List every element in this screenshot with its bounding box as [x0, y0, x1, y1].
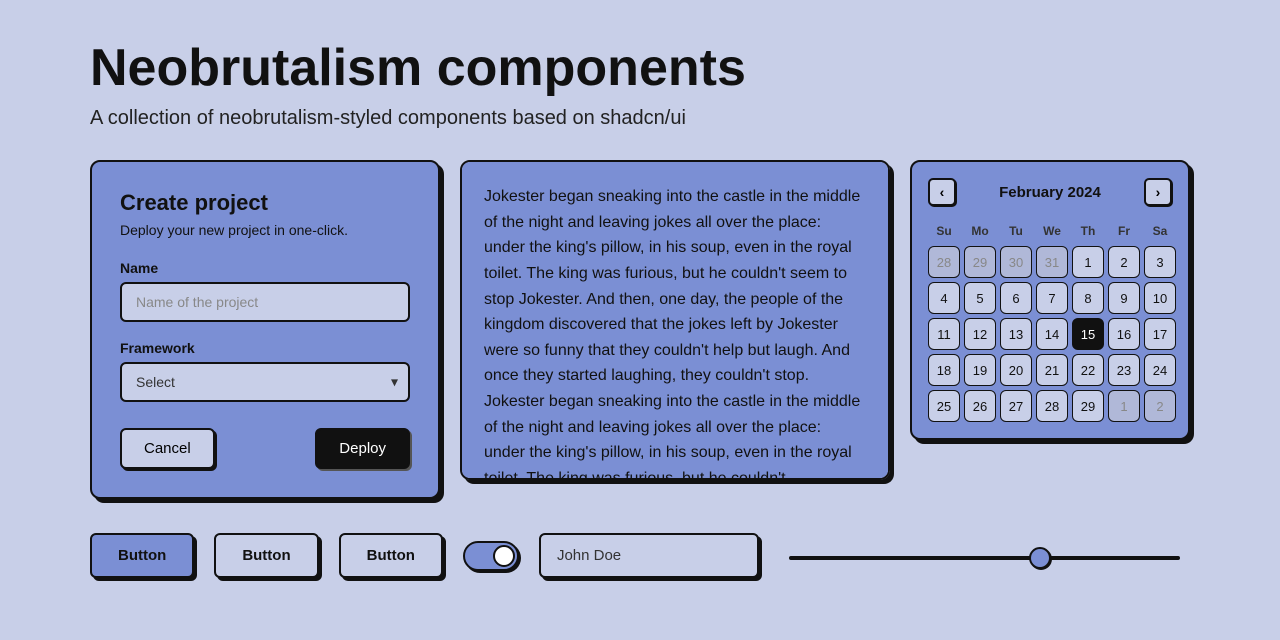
components-row: Create project Deploy your new project i…	[90, 160, 1190, 499]
toggle-thumb	[493, 545, 515, 567]
calendar-day[interactable]: 29	[1072, 390, 1104, 422]
calendar-card: ‹ February 2024 › SuMoTuWeThFrSa28293031…	[910, 160, 1190, 440]
bottom-row: Button Button Button	[90, 533, 1190, 578]
calendar-day[interactable]: 5	[964, 282, 996, 314]
calendar-day[interactable]: 13	[1000, 318, 1032, 350]
calendar-day[interactable]: 15	[1072, 318, 1104, 350]
calendar-day[interactable]: 28	[928, 246, 960, 278]
calendar-day[interactable]: 3	[1144, 246, 1176, 278]
calendar-day-header: Tu	[1000, 220, 1032, 242]
calendar-day[interactable]: 7	[1036, 282, 1068, 314]
project-name-input[interactable]	[120, 282, 410, 322]
framework-label: Framework	[120, 340, 410, 356]
calendar-day[interactable]: 18	[928, 354, 960, 386]
calendar-day-header: Mo	[964, 220, 996, 242]
deploy-button[interactable]: Deploy	[315, 428, 410, 469]
page-subtitle: A collection of neobrutalism-styled comp…	[90, 107, 1190, 130]
name-label: Name	[120, 260, 410, 276]
calendar-day[interactable]: 8	[1072, 282, 1104, 314]
calendar-month-title: February 2024	[999, 184, 1101, 201]
calendar-day[interactable]: 16	[1108, 318, 1140, 350]
calendar-next-button[interactable]: ›	[1144, 178, 1172, 206]
calendar-day[interactable]: 22	[1072, 354, 1104, 386]
button-primary-1[interactable]: Button	[90, 533, 194, 578]
calendar-day-header: We	[1036, 220, 1068, 242]
calendar-day-header: Th	[1072, 220, 1104, 242]
calendar-day[interactable]: 2	[1144, 390, 1176, 422]
calendar-day[interactable]: 2	[1108, 246, 1140, 278]
calendar-day[interactable]: 30	[1000, 246, 1032, 278]
calendar-day[interactable]: 21	[1036, 354, 1068, 386]
calendar-day[interactable]: 31	[1036, 246, 1068, 278]
calendar-day[interactable]: 25	[928, 390, 960, 422]
calendar-day[interactable]: 23	[1108, 354, 1140, 386]
calendar-grid: SuMoTuWeThFrSa28293031123456789101112131…	[928, 220, 1172, 422]
calendar-day[interactable]: 28	[1036, 390, 1068, 422]
form-buttons: Cancel Deploy	[120, 428, 410, 469]
calendar-day[interactable]: 19	[964, 354, 996, 386]
calendar-prev-button[interactable]: ‹	[928, 178, 956, 206]
calendar-day[interactable]: 1	[1108, 390, 1140, 422]
page-title: Neobrutalism components	[90, 40, 1190, 97]
calendar-day[interactable]: 12	[964, 318, 996, 350]
calendar-day[interactable]: 26	[964, 390, 996, 422]
toggle-switch[interactable]	[463, 541, 519, 571]
calendar-day[interactable]: 17	[1144, 318, 1176, 350]
calendar-day[interactable]: 27	[1000, 390, 1032, 422]
calendar-day[interactable]: 9	[1108, 282, 1140, 314]
calendar-day[interactable]: 4	[928, 282, 960, 314]
framework-select[interactable]: Select Next.js SvelteKit Astro Nuxt.js	[120, 362, 410, 402]
button-outline-3[interactable]: Button	[339, 533, 443, 578]
calendar-day-header: Su	[928, 220, 960, 242]
user-name-input[interactable]	[539, 533, 759, 578]
page-wrapper: Neobrutalism components A collection of …	[0, 0, 1280, 618]
button-outline-2[interactable]: Button	[214, 533, 318, 578]
scroll-text-content: Jokester began sneaking into the castle …	[484, 184, 866, 480]
calendar-day[interactable]: 11	[928, 318, 960, 350]
calendar-day-header: Fr	[1108, 220, 1140, 242]
text-scroll-card[interactable]: Jokester began sneaking into the castle …	[460, 160, 890, 480]
calendar-day-header: Sa	[1144, 220, 1176, 242]
cancel-button[interactable]: Cancel	[120, 428, 215, 469]
calendar-day[interactable]: 29	[964, 246, 996, 278]
calendar-day[interactable]: 24	[1144, 354, 1176, 386]
framework-select-wrapper: Select Next.js SvelteKit Astro Nuxt.js ▾	[120, 362, 410, 402]
slider-wrapper	[779, 547, 1190, 565]
calendar-day[interactable]: 14	[1036, 318, 1068, 350]
toggle-track	[463, 541, 519, 571]
slider-input[interactable]	[789, 556, 1180, 560]
calendar-day[interactable]: 6	[1000, 282, 1032, 314]
create-project-card: Create project Deploy your new project i…	[90, 160, 440, 499]
calendar-day[interactable]: 1	[1072, 246, 1104, 278]
calendar-header: ‹ February 2024 ›	[928, 178, 1172, 206]
calendar-day[interactable]: 20	[1000, 354, 1032, 386]
create-project-description: Deploy your new project in one-click.	[120, 222, 410, 238]
calendar-day[interactable]: 10	[1144, 282, 1176, 314]
create-project-title: Create project	[120, 190, 410, 216]
